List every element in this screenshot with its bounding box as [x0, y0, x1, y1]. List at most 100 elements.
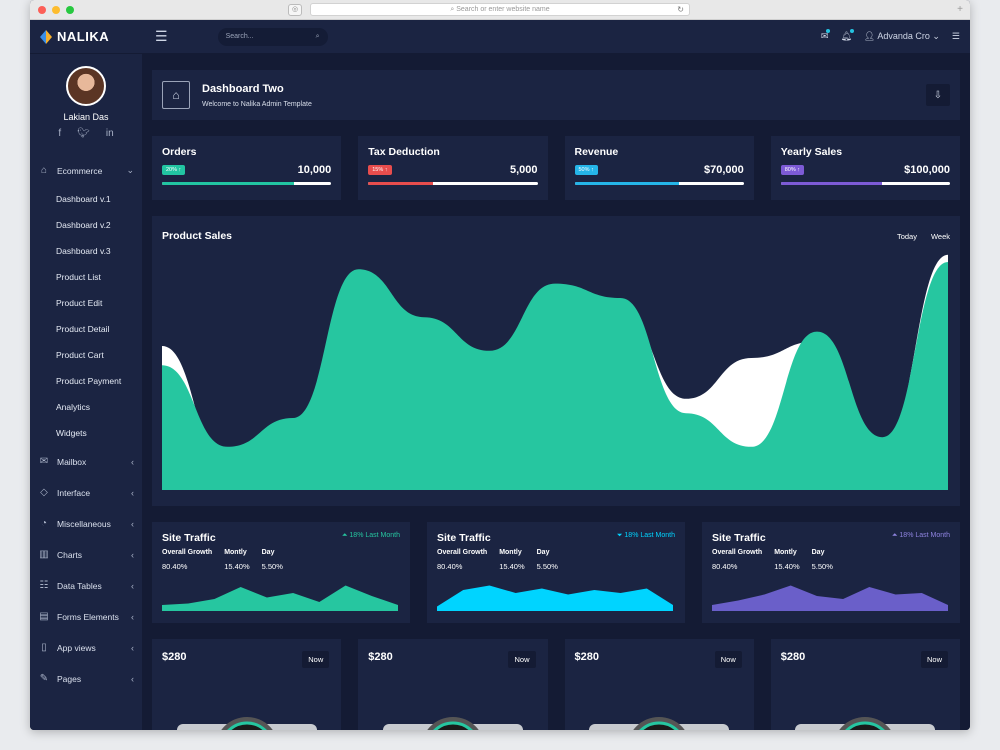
- sidebar-menu: ⌂ Ecommerce ⌄ Dashboard v.1 Dashboard v.2 …: [30, 155, 142, 694]
- submenu-item[interactable]: Dashboard v.3: [30, 238, 142, 264]
- stat-progress-bar: [780, 182, 950, 185]
- stat-progress-bar: [368, 182, 538, 185]
- sidebar-item-label: Pages: [57, 673, 82, 684]
- stat-label: Orders: [162, 146, 197, 158]
- ecommerce-submenu: Dashboard v.1 Dashboard v.2 Dashboard v.…: [30, 186, 142, 446]
- site-traffic-card: Site Traffic ⏶ 18% Last Month Overall Gr…: [152, 522, 410, 623]
- tab-week[interactable]: Week: [931, 232, 950, 242]
- submenu-item[interactable]: Dashboard v.1: [30, 186, 142, 212]
- tab-today[interactable]: Today: [897, 232, 917, 242]
- home-icon: ⌂: [40, 165, 48, 176]
- chevron-left-icon: ‹: [131, 673, 134, 684]
- submenu-item[interactable]: Product List: [30, 264, 142, 290]
- search-input[interactable]: Search... ⌕: [217, 27, 328, 46]
- submenu-item[interactable]: Product Payment: [30, 368, 142, 394]
- user-menu[interactable]: 👤︎ Advanda Cro ⌄: [864, 31, 940, 42]
- stat-label: Yearly Sales: [780, 146, 843, 158]
- sidebar-item-pages[interactable]: ✎ Pages ‹: [30, 663, 142, 694]
- sidebar-item-charts[interactable]: ▥ Charts ‹: [30, 539, 142, 570]
- window-controls: [38, 6, 74, 14]
- metric-label: Montly: [224, 549, 247, 556]
- watch-image: [382, 717, 523, 730]
- metric-value: 15.40%: [499, 562, 525, 571]
- buy-now-button[interactable]: Now: [302, 651, 330, 668]
- traffic-sparkline: [437, 585, 673, 611]
- social-links: f 🐦︎ in: [30, 128, 142, 139]
- edit-icon: ✎: [39, 673, 49, 684]
- sidebar-item-ecommerce[interactable]: ⌂ Ecommerce ⌄: [30, 155, 142, 186]
- sparkline-area: [712, 585, 948, 611]
- metric-value: 5.50%: [536, 562, 558, 571]
- facebook-icon[interactable]: f: [58, 128, 61, 139]
- close-window-button[interactable]: [38, 6, 46, 14]
- submenu-item[interactable]: Widgets: [30, 420, 142, 446]
- metric-value: 15.40%: [774, 562, 800, 571]
- sidebar-item-label: Interface: [57, 487, 91, 498]
- options-menu-icon[interactable]: ☰: [952, 31, 960, 42]
- maximize-window-button[interactable]: [66, 6, 74, 14]
- stat-card-yearly-sales: Yearly Sales 80% ↑ $100,000: [770, 136, 960, 200]
- submenu-item[interactable]: Analytics: [30, 394, 142, 420]
- bell-icon[interactable]: 🔔︎: [840, 29, 855, 42]
- stat-progress-bar: [162, 182, 332, 185]
- download-icon: ⇩: [933, 89, 943, 101]
- minimize-window-button[interactable]: [52, 6, 60, 14]
- metric-value: 80.40%: [162, 562, 188, 571]
- linkedin-icon[interactable]: in: [106, 128, 114, 139]
- product-card: $280 Now: [770, 639, 960, 730]
- phone-icon: ▯: [41, 642, 47, 653]
- submenu-item[interactable]: Dashboard v.2: [30, 212, 142, 238]
- new-tab-button[interactable]: +: [954, 5, 966, 16]
- privacy-shield-icon[interactable]: ◎: [288, 4, 302, 16]
- sidebar-item-label: Charts: [57, 549, 83, 560]
- traffic-change-label: 18% Last Month: [899, 532, 950, 539]
- series-area-primary: [162, 262, 948, 490]
- sidebar-item-mailbox[interactable]: ✉ Mailbox ‹: [30, 446, 142, 477]
- metric-label: Overall Growth: [437, 549, 488, 556]
- page-title-block: Dashboard Two Welcome to Nalika Admin Te…: [202, 83, 312, 108]
- page-title: Dashboard Two: [202, 82, 284, 95]
- stat-progress-fill: [780, 182, 883, 185]
- menu-toggle-icon[interactable]: ☰: [155, 28, 168, 45]
- sidebar-item-miscellaneous[interactable]: ◔ Miscellaneous ‹: [30, 508, 142, 539]
- submenu-item[interactable]: Product Cart: [30, 342, 142, 368]
- submenu-item[interactable]: Product Detail: [30, 316, 142, 342]
- watch-image: [176, 717, 317, 730]
- metric-value: 5.50%: [261, 562, 283, 571]
- stat-label: Tax Deduction: [368, 146, 440, 158]
- reload-icon[interactable]: ↻: [677, 4, 684, 16]
- buy-now-button[interactable]: Now: [508, 651, 536, 668]
- sidebar-item-app-views[interactable]: ▯ App views ‹: [30, 632, 142, 663]
- sidebar-item-forms-elements[interactable]: ▤ Forms Elements ‹: [30, 601, 142, 632]
- metric-label: Overall Growth: [712, 549, 763, 556]
- mail-icon[interactable]: ✉: [821, 29, 830, 42]
- sidebar-item-label: Mailbox: [57, 456, 87, 467]
- search-placeholder: Search...: [225, 33, 254, 40]
- stat-change-badge: 50% ↑: [574, 165, 598, 175]
- page-subtitle: Welcome to Nalika Admin Template: [202, 100, 312, 108]
- browser-window: ◎ ⌕ Search or enter website name ↻ + NAL…: [30, 0, 970, 730]
- sidebar-item-data-tables[interactable]: ☷ Data Tables ‹: [30, 570, 142, 601]
- export-button[interactable]: ⇩: [926, 84, 950, 106]
- sparkline-area: [162, 585, 398, 611]
- metric-value: 80.40%: [437, 562, 463, 571]
- avatar[interactable]: [66, 66, 106, 106]
- chart-icon: ▥: [39, 549, 49, 560]
- metric-value: 5.50%: [811, 562, 833, 571]
- buy-now-button[interactable]: Now: [920, 651, 948, 668]
- chevron-left-icon: ‹: [131, 549, 134, 560]
- brand-logo[interactable]: NALIKA: [30, 29, 145, 44]
- metric-label: Day: [261, 549, 275, 556]
- address-bar[interactable]: ⌕ Search or enter website name ↻: [310, 3, 690, 16]
- chevron-left-icon: ‹: [131, 611, 134, 622]
- submenu-item[interactable]: Product Edit: [30, 290, 142, 316]
- home-icon[interactable]: ⌂: [162, 81, 190, 109]
- sidebar-item-interface[interactable]: ◇ Interface ‹: [30, 477, 142, 508]
- form-icon: ▤: [39, 611, 49, 622]
- buy-now-button[interactable]: Now: [714, 651, 742, 668]
- chevron-left-icon: ‹: [131, 518, 134, 529]
- chevron-left-icon: ‹: [131, 580, 134, 591]
- stat-change-badge: 15% ↑: [368, 165, 392, 175]
- browser-chrome: ◎ ⌕ Search or enter website name ↻ +: [30, 0, 970, 20]
- twitter-icon[interactable]: 🐦︎: [77, 128, 90, 139]
